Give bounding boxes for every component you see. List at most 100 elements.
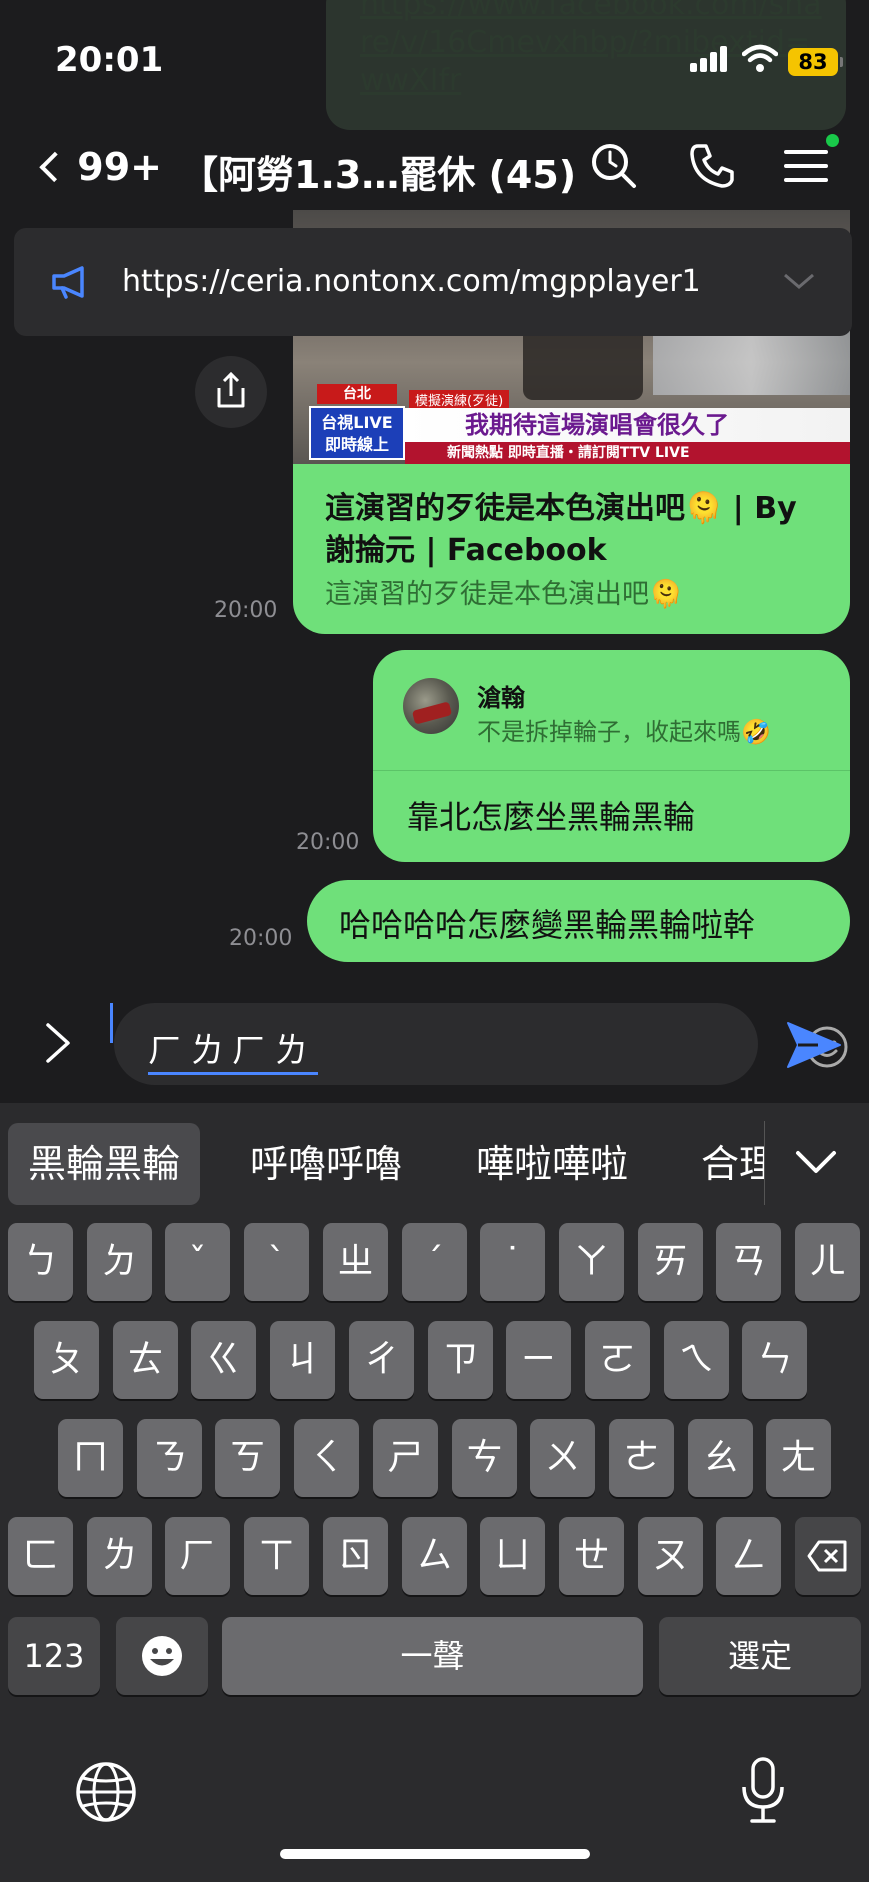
phone-call-icon[interactable]	[686, 140, 738, 192]
message-input[interactable]: ㄏㄌㄏㄌ	[110, 1003, 848, 1085]
key-row1-3[interactable]: ˇ	[165, 1223, 230, 1301]
chevron-down-icon[interactable]	[786, 1139, 846, 1185]
news-banner: 台北 台視LIVE 即時線上 模擬演練(歹徒) 我期待這場演唱會很久了 新聞熱點…	[293, 372, 850, 464]
key-row1-1[interactable]: ㄅ	[8, 1223, 73, 1301]
message-timestamp: 20:00	[214, 598, 278, 623]
key-row1-8[interactable]: ㄚ	[559, 1223, 624, 1301]
menu-icon[interactable]	[780, 140, 832, 192]
key-row4-2[interactable]: ㄌ	[87, 1517, 152, 1595]
message-text: 哈哈哈哈怎麼變黑輪黑輪啦幹	[339, 906, 756, 944]
backspace-icon	[807, 1540, 847, 1572]
key-row4-7[interactable]: ㄩ	[480, 1517, 545, 1595]
key-row1-5[interactable]: ㄓ	[323, 1223, 388, 1301]
link-title[interactable]: 這演習的歹徒是本色演出吧🫠 | By 謝掄元 | Facebook	[325, 488, 825, 572]
message-text: 靠北怎麼坐黑輪黑輪	[407, 798, 696, 836]
candidate-word[interactable]: 合理	[701, 1123, 765, 1205]
news-ticker: 新聞熱點 即時直播・請訂閱TTV LIVE	[405, 442, 850, 464]
announcement-banner[interactable]: https://ceria.nontonx.com/mgpplayer1	[14, 228, 852, 336]
key-row2-2[interactable]: ㄊ	[113, 1321, 178, 1399]
key-row2-6[interactable]: ㄗ	[428, 1321, 493, 1399]
candidate-divider	[764, 1121, 765, 1205]
key-row3-3[interactable]: ㄎ	[215, 1419, 280, 1497]
announcement-text[interactable]: https://ceria.nontonx.com/mgpplayer1	[122, 264, 701, 299]
key-row3-10[interactable]: ㄤ	[766, 1419, 831, 1497]
reply-message[interactable]: 滄翰 不是拆掉輪子，收起來嗎🤣 靠北怎麼坐黑輪黑輪	[373, 650, 850, 862]
candidate-word[interactable]: 嘩啦嘩啦	[476, 1123, 628, 1205]
key-row4-5[interactable]: ㄖ	[323, 1517, 388, 1595]
key-row3-7[interactable]: ㄨ	[530, 1419, 595, 1497]
key-row4-9[interactable]: ㄡ	[638, 1517, 703, 1595]
key-row3-4[interactable]: ㄑ	[294, 1419, 359, 1497]
wifi-icon	[742, 44, 778, 72]
key-row3-8[interactable]: ㄜ	[609, 1419, 674, 1497]
chat-header: 99+ 【阿勞1.3…罷休 (45)	[0, 120, 869, 210]
message-bubble[interactable]: 哈哈哈哈怎麼變黑輪黑輪啦幹	[307, 880, 850, 962]
cellular-signal-icon	[690, 46, 730, 72]
megaphone-icon	[52, 266, 84, 299]
key-row3-5[interactable]: ㄕ	[373, 1419, 438, 1497]
key-row1-7[interactable]: ˙	[480, 1223, 545, 1301]
key-row4-10[interactable]: ㄥ	[716, 1517, 781, 1595]
status-bar: 20:01 83	[0, 0, 869, 120]
key-row2-8[interactable]: ㄛ	[585, 1321, 650, 1399]
key-row4-3[interactable]: ㄏ	[165, 1517, 230, 1595]
candidate-overflow: 合理	[695, 1103, 765, 1219]
space-key[interactable]: 一聲	[222, 1617, 643, 1695]
globe-icon[interactable]	[74, 1760, 138, 1824]
send-icon[interactable]	[784, 1019, 844, 1071]
key-row4-8[interactable]: ㄝ	[559, 1517, 624, 1595]
candidate-word[interactable]: 黑輪黑輪	[8, 1123, 201, 1205]
battery-indicator: 83	[788, 48, 843, 76]
microphone-icon[interactable]	[738, 1755, 788, 1827]
message-timestamp: 20:00	[296, 830, 360, 855]
news-tag: 模擬演練(歹徒)	[409, 390, 510, 409]
home-indicator	[280, 1849, 590, 1859]
key-row3-6[interactable]: ㄘ	[452, 1419, 517, 1497]
key-row2-1[interactable]: ㄆ	[34, 1321, 99, 1399]
chat-title[interactable]: 【阿勞1.3…罷休 (45)	[180, 144, 576, 199]
key-row2-9[interactable]: ㄟ	[664, 1321, 729, 1399]
key-row4-4[interactable]: ㄒ	[244, 1517, 309, 1595]
key-row3-2[interactable]: ㄋ	[137, 1419, 202, 1497]
news-location: 台北	[317, 384, 397, 404]
key-row4-6[interactable]: ㄙ	[402, 1517, 467, 1595]
key-row1-11[interactable]: ㄦ	[795, 1223, 860, 1301]
key-row1-2[interactable]: ㄉ	[87, 1223, 152, 1301]
unread-count: 99+	[77, 145, 162, 189]
emoji-key[interactable]	[116, 1617, 208, 1695]
quoted-text[interactable]: 不是拆掉輪子，收起來嗎🤣	[477, 712, 771, 747]
message-timestamp: 20:00	[229, 926, 293, 951]
share-icon[interactable]	[195, 356, 267, 428]
quoted-sender-name: 滄翰	[477, 684, 525, 712]
news-headline: 我期待這場演唱會很久了	[405, 408, 850, 442]
key-row2-10[interactable]: ㄣ	[742, 1321, 807, 1399]
numbers-key[interactable]: 123	[8, 1617, 100, 1695]
candidate-bar: 黑輪黑輪 呼嚕呼嚕 嘩啦嘩啦 合理	[0, 1103, 869, 1219]
candidate-word[interactable]: 呼嚕呼嚕	[250, 1123, 402, 1205]
key-row1-4[interactable]: ˋ	[244, 1223, 309, 1301]
key-row1-9[interactable]: ㄞ	[638, 1223, 703, 1301]
key-row2-3[interactable]: ㄍ	[191, 1321, 256, 1399]
key-row2-5[interactable]: ㄔ	[349, 1321, 414, 1399]
key-row1-10[interactable]: ㄢ	[716, 1223, 781, 1301]
message-input-bar: ㄏㄌㄏㄌ	[0, 983, 869, 1103]
search-icon[interactable]	[588, 140, 640, 192]
backspace-key[interactable]	[795, 1517, 861, 1595]
key-row3-9[interactable]: ㄠ	[688, 1419, 753, 1497]
key-row1-6[interactable]: ˊ	[402, 1223, 467, 1301]
smiley-icon	[142, 1636, 182, 1676]
key-row2-7[interactable]: ㄧ	[506, 1321, 571, 1399]
confirm-key[interactable]: 選定	[659, 1617, 861, 1695]
reply-divider	[373, 770, 850, 771]
message-input-text[interactable]: ㄏㄌㄏㄌ	[148, 1023, 318, 1075]
chevron-left-icon	[39, 151, 70, 183]
key-row3-1[interactable]: ㄇ	[58, 1419, 123, 1497]
bopomofo-keyboard: 黑輪黑輪 呼嚕呼嚕 嘩啦嘩啦 合理 ㄅㄉ ˇ ˋ ㄓ ˊ ˙ ㄚㄞㄢㄦㄆㄊㄍㄐㄔㄗㄧㄛㄟㄣㄇ…	[0, 1103, 869, 1882]
status-time: 20:01	[55, 40, 164, 80]
key-row2-4[interactable]: ㄐ	[270, 1321, 335, 1399]
back-button[interactable]: 99+	[32, 142, 162, 192]
chevron-right-icon[interactable]	[38, 1021, 78, 1065]
link-description: 這演習的歹徒是本色演出吧🫠	[325, 579, 683, 610]
chevron-down-icon[interactable]	[782, 270, 816, 292]
key-row4-1[interactable]: ㄈ	[8, 1517, 73, 1595]
